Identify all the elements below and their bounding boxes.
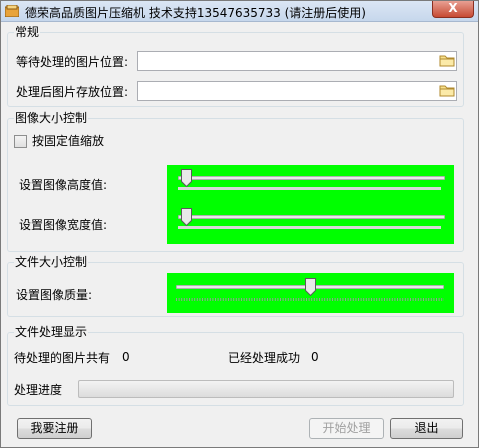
size-slider-panel bbox=[167, 165, 454, 244]
height-slider-track[interactable] bbox=[178, 176, 445, 180]
close-button[interactable]: X bbox=[432, 1, 474, 18]
height-slider-ticks bbox=[178, 187, 441, 190]
width-slider-ticks bbox=[178, 226, 441, 229]
source-path-label: 等待处理的图片位置: bbox=[16, 55, 129, 69]
file-display-title: 文件处理显示 bbox=[14, 325, 89, 339]
file-display-group: 文件处理显示 待处理的图片共有 0 已经处理成功 0 处理进度 bbox=[7, 325, 464, 406]
width-label: 设置图像宽度值: bbox=[19, 218, 108, 232]
source-path-input[interactable] bbox=[137, 51, 457, 71]
pending-label: 待处理的图片共有 bbox=[14, 351, 111, 365]
quality-label: 设置图像质量: bbox=[16, 288, 93, 302]
dest-path-input[interactable] bbox=[137, 81, 457, 101]
exit-button[interactable]: 退出 bbox=[390, 418, 463, 439]
done-label: 已经处理成功 bbox=[228, 351, 301, 365]
height-slider-thumb[interactable] bbox=[181, 169, 192, 187]
quality-slider-thumb[interactable] bbox=[304, 278, 316, 296]
fixed-ratio-label: 按固定值缩放 bbox=[32, 134, 105, 148]
start-button[interactable]: 开始处理 bbox=[309, 418, 384, 439]
register-button[interactable]: 我要注册 bbox=[17, 418, 92, 439]
quality-slider-panel bbox=[167, 273, 454, 313]
height-label: 设置图像高度值: bbox=[19, 178, 108, 192]
window-title: 德荣高品质图片压缩机 技术支持13547635733 (请注册后使用) bbox=[25, 6, 366, 20]
title-bar: 德荣高品质图片压缩机 技术支持13547635733 (请注册后使用) X bbox=[1, 1, 478, 22]
pending-count: 0 bbox=[122, 350, 130, 364]
done-count: 0 bbox=[311, 350, 319, 364]
fixed-ratio-checkbox[interactable] bbox=[14, 135, 27, 148]
dest-folder-icon[interactable] bbox=[439, 84, 455, 97]
progress-label: 处理进度 bbox=[14, 383, 63, 397]
app-icon bbox=[5, 5, 19, 17]
dest-path-label: 处理后图片存放位置: bbox=[16, 85, 129, 99]
general-group-title: 常规 bbox=[14, 25, 41, 39]
size-control-title: 图像大小控制 bbox=[14, 111, 89, 125]
width-slider-track[interactable] bbox=[178, 215, 445, 219]
general-group: 常规 等待处理的图片位置: 处理后图片存放位置: bbox=[7, 25, 464, 107]
app-window: 德荣高品质图片压缩机 技术支持13547635733 (请注册后使用) X 常规… bbox=[0, 0, 479, 448]
source-folder-icon[interactable] bbox=[439, 54, 455, 67]
close-icon: X bbox=[448, 1, 458, 15]
progress-bar bbox=[78, 380, 454, 398]
quality-slider-ticks bbox=[176, 298, 444, 301]
width-slider-thumb[interactable] bbox=[181, 208, 192, 226]
filesize-control-title: 文件大小控制 bbox=[14, 255, 89, 269]
